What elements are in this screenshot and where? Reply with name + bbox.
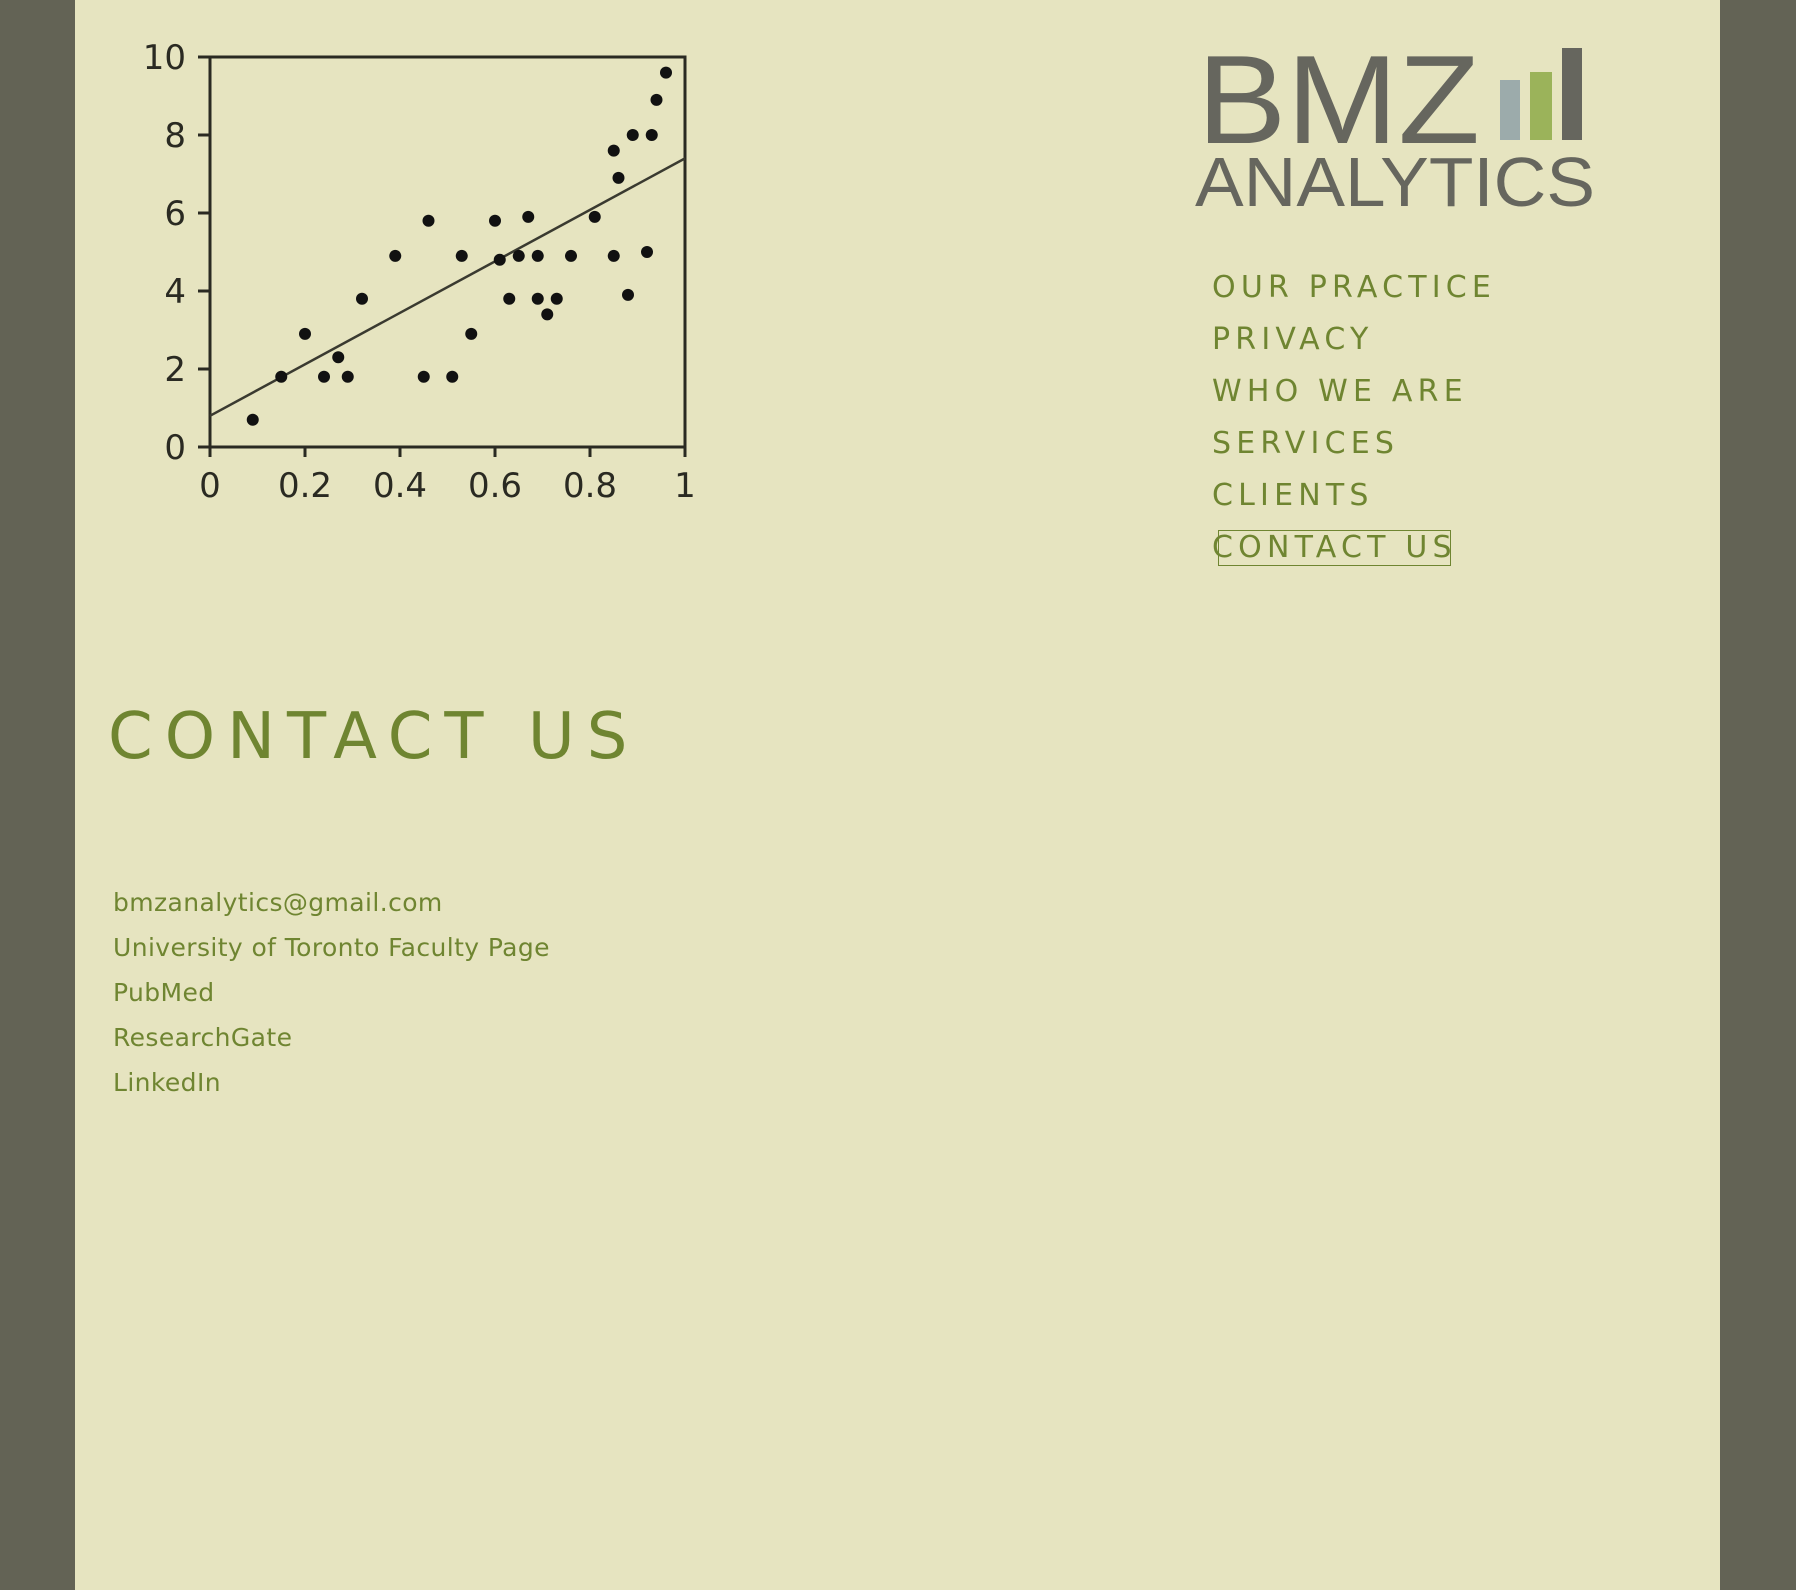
data-point xyxy=(341,370,354,383)
data-point xyxy=(503,292,516,305)
nav-link-services[interactable]: SERVICES xyxy=(1210,418,1401,470)
y-tick-label: 0 xyxy=(164,428,186,468)
nav-item: CLIENTS xyxy=(1210,470,1498,522)
data-point xyxy=(522,210,535,223)
y-tick-label: 10 xyxy=(143,38,186,78)
researchgate-link[interactable]: ResearchGate xyxy=(113,1015,550,1060)
logo-wordmark-analytics: ANALYTICS xyxy=(1195,143,1595,216)
data-point xyxy=(446,370,459,383)
nav-item: SERVICES xyxy=(1210,418,1498,470)
data-point xyxy=(246,413,259,426)
data-point xyxy=(660,66,672,79)
x-tick-label: 0.2 xyxy=(278,466,332,506)
nav-link-our-practice[interactable]: OUR PRACTICE xyxy=(1210,262,1498,314)
nav-item: OUR PRACTICE xyxy=(1210,262,1498,314)
logo-bar-dark xyxy=(1562,48,1582,140)
data-point xyxy=(417,370,430,383)
data-point xyxy=(512,249,525,262)
contact-links: bmzanalytics@gmail.com University of Tor… xyxy=(113,880,550,1105)
logo: BMZ ANALYTICS xyxy=(1195,36,1595,216)
data-point xyxy=(356,292,368,305)
data-point xyxy=(318,370,330,383)
y-tick-label: 2 xyxy=(164,350,186,390)
data-point xyxy=(332,351,345,364)
page: 0 0.2 0.4 0.6 0.8 1 0 2 4 6 8 10 BMZ ANALYTICS OUR … xyxy=(75,0,1720,1590)
data-point xyxy=(622,288,634,301)
y-tick-label: 6 xyxy=(164,194,186,234)
linkedin-link[interactable]: LinkedIn xyxy=(113,1060,550,1105)
data-point xyxy=(641,246,653,258)
data-point xyxy=(645,129,658,141)
data-point xyxy=(489,214,501,227)
data-point xyxy=(650,93,663,106)
page-title: CONTACT US xyxy=(108,700,640,774)
nav-link-privacy[interactable]: PRIVACY xyxy=(1210,314,1376,366)
nav-link-who-we-are[interactable]: WHO WE ARE xyxy=(1210,366,1470,418)
data-point xyxy=(565,249,577,262)
data-point xyxy=(531,292,544,305)
data-point xyxy=(612,171,625,184)
data-point xyxy=(607,249,620,262)
data-point xyxy=(626,129,639,141)
nav-link-contact-us[interactable]: CONTACT US xyxy=(1210,522,1459,574)
data-point xyxy=(275,370,288,383)
pubmed-link[interactable]: PubMed xyxy=(113,970,550,1015)
data-point xyxy=(607,144,620,157)
nav-link-clients[interactable]: CLIENTS xyxy=(1210,470,1376,522)
x-tick-label: 1 xyxy=(674,466,696,506)
email-link[interactable]: bmzanalytics@gmail.com xyxy=(113,880,550,925)
y-tick-label: 4 xyxy=(164,272,186,312)
nav-item: CONTACT US xyxy=(1210,522,1498,574)
nav-item: PRIVACY xyxy=(1210,314,1498,366)
x-tick-label: 0.6 xyxy=(468,466,522,506)
logo-bar-green xyxy=(1530,72,1552,140)
x-tick-label: 0 xyxy=(199,466,221,506)
x-tick-label: 0.8 xyxy=(563,466,617,506)
data-point xyxy=(465,327,478,340)
scatter-chart: 0 0.2 0.4 0.6 0.8 10246810 xyxy=(143,38,696,506)
data-point xyxy=(531,249,544,262)
y-tick-label: 8 xyxy=(164,116,186,156)
main-nav: OUR PRACTICE PRIVACY WHO WE ARE SERVICES… xyxy=(1210,262,1498,574)
nav-item: WHO WE ARE xyxy=(1210,366,1498,418)
x-tick-label: 0.4 xyxy=(373,466,427,506)
faculty-page-link[interactable]: University of Toronto Faculty Page xyxy=(113,925,550,970)
data-point xyxy=(493,253,506,266)
data-point xyxy=(389,249,402,262)
data-point xyxy=(455,249,468,262)
logo-bar-gray xyxy=(1500,80,1520,140)
data-point xyxy=(588,210,601,223)
data-point xyxy=(550,292,563,305)
data-point xyxy=(541,308,554,321)
data-point xyxy=(299,327,311,340)
data-point xyxy=(422,214,435,227)
